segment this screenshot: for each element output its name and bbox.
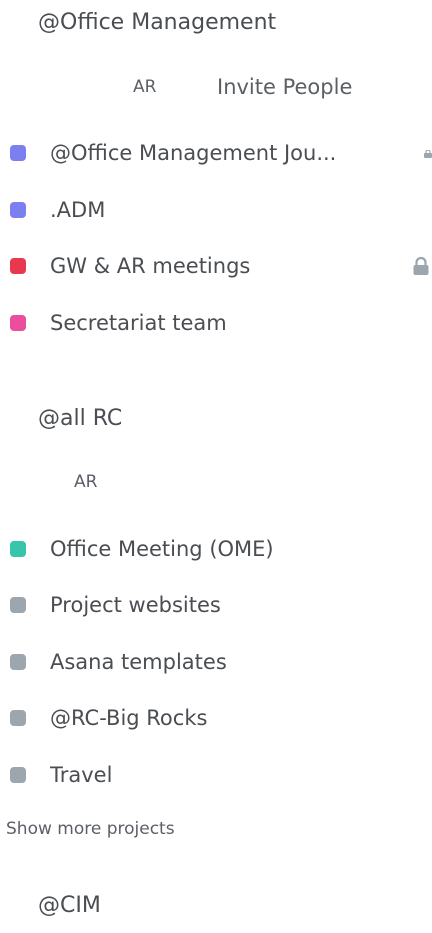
project-color-dot	[10, 145, 26, 161]
team-name-all-rc[interactable]: @all RC	[38, 406, 122, 431]
project-color-dot	[10, 767, 26, 783]
project-row-rc-big-rocks[interactable]: @RC-Big Rocks	[0, 698, 432, 738]
project-color-dot	[10, 202, 26, 218]
show-more-projects-link[interactable]: Show more projects	[6, 819, 175, 839]
project-row-asana-templates[interactable]: Asana templates	[0, 642, 432, 682]
project-color-dot	[10, 597, 26, 613]
member-avatar-initials[interactable]: AR	[133, 77, 156, 97]
team-name-cim[interactable]: @CIM	[38, 893, 101, 918]
member-avatar-initials[interactable]: AR	[74, 472, 97, 492]
project-label: Travel	[50, 763, 113, 787]
project-label: Asana templates	[50, 650, 227, 674]
sidebar-teams-panel: @Office Management AR Invite People @Off…	[0, 0, 432, 933]
project-label: Project websites	[50, 593, 221, 617]
project-label: Office Meeting (OME)	[50, 537, 274, 561]
project-color-dot	[10, 258, 26, 274]
project-row-office-meeting[interactable]: Office Meeting (OME)	[0, 529, 432, 569]
lock-icon	[424, 150, 432, 158]
project-label: GW & AR meetings	[50, 254, 251, 278]
project-label: Secretariat team	[50, 311, 227, 335]
project-row-secretariat-team[interactable]: Secretariat team	[0, 303, 432, 343]
project-color-dot	[10, 654, 26, 670]
project-row-travel[interactable]: Travel	[0, 755, 432, 795]
project-row-project-websites[interactable]: Project websites	[0, 585, 432, 625]
project-label: @RC-Big Rocks	[50, 706, 208, 730]
project-color-dot	[10, 541, 26, 557]
invite-people-link[interactable]: Invite People	[217, 75, 352, 99]
project-row-adm[interactable]: .ADM	[0, 190, 432, 230]
project-color-dot	[10, 315, 26, 331]
project-row-office-management-journal[interactable]: @Office Management Jou...	[0, 133, 432, 173]
project-label: @Office Management Jou...	[50, 141, 337, 165]
project-row-gw-ar-meetings[interactable]: GW & AR meetings	[0, 246, 432, 286]
project-color-dot	[10, 710, 26, 726]
team-name-office-management[interactable]: @Office Management	[38, 10, 276, 35]
lock-icon	[413, 256, 429, 275]
project-label: .ADM	[50, 198, 106, 222]
